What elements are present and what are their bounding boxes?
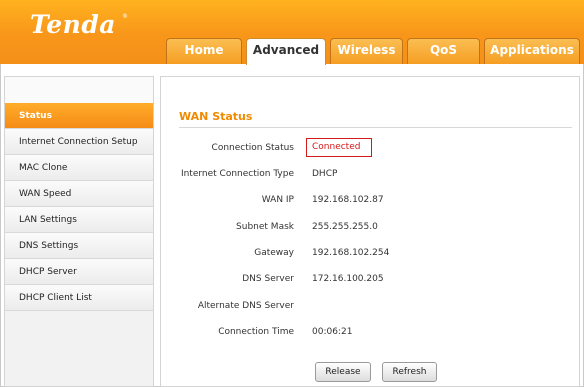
connection-time-value: 00:06:21 <box>312 327 353 337</box>
connection-type-value: DHCP <box>312 169 338 179</box>
tab-qos[interactable]: QoS <box>407 38 480 64</box>
connection-status-badge: Connected <box>306 138 372 157</box>
sidebar: Status Internet Connection Setup MAC Clo… <box>4 76 154 387</box>
dns-server-label: DNS Server <box>242 274 294 284</box>
sidebar-item-status[interactable]: Status <box>5 103 153 129</box>
tab-applications[interactable]: Applications <box>484 38 580 64</box>
tab-wireless[interactable]: Wireless <box>330 38 403 64</box>
subnet-mask-label: Subnet Mask <box>236 222 294 232</box>
refresh-button[interactable]: Refresh <box>382 362 437 382</box>
sidebar-item-dhcp-server[interactable]: DHCP Server <box>5 259 153 285</box>
release-button[interactable]: Release <box>315 362 371 382</box>
subnet-mask-value: 255.255.255.0 <box>312 222 378 232</box>
gateway-value: 192.168.102.254 <box>312 248 390 258</box>
connection-type-label: Internet Connection Type <box>180 169 294 179</box>
tab-home[interactable]: Home <box>166 38 242 64</box>
gateway-label: Gateway <box>254 248 294 258</box>
sidebar-item-lan-settings[interactable]: LAN Settings <box>5 207 153 233</box>
wan-ip-value: 192.168.102.87 <box>312 195 384 205</box>
header: Tenda ® Home Advanced Wireless QoS Appli… <box>0 0 584 65</box>
sidebar-item-mac-clone[interactable]: MAC Clone <box>5 155 153 181</box>
alternate-dns-label: Alternate DNS Server <box>197 301 294 311</box>
sidebar-header <box>5 77 153 103</box>
section-title: WAN Status <box>179 110 253 123</box>
sidebar-item-internet-connection-setup[interactable]: Internet Connection Setup <box>5 129 153 155</box>
registered-mark: ® <box>122 13 128 20</box>
section-divider <box>179 127 572 128</box>
wan-ip-label: WAN IP <box>261 195 294 205</box>
connection-status-label: Connection Status <box>211 143 294 153</box>
sidebar-item-dns-settings[interactable]: DNS Settings <box>5 233 153 259</box>
sidebar-item-dhcp-client-list[interactable]: DHCP Client List <box>5 285 153 311</box>
tab-advanced[interactable]: Advanced <box>246 38 326 65</box>
connection-time-label: Connection Time <box>218 327 294 337</box>
tenda-logo: Tenda <box>30 10 116 39</box>
dns-server-value: 172.16.100.205 <box>312 274 384 284</box>
main-panel: WAN Status Connection Status Connected I… <box>160 76 580 387</box>
sidebar-item-wan-speed[interactable]: WAN Speed <box>5 181 153 207</box>
